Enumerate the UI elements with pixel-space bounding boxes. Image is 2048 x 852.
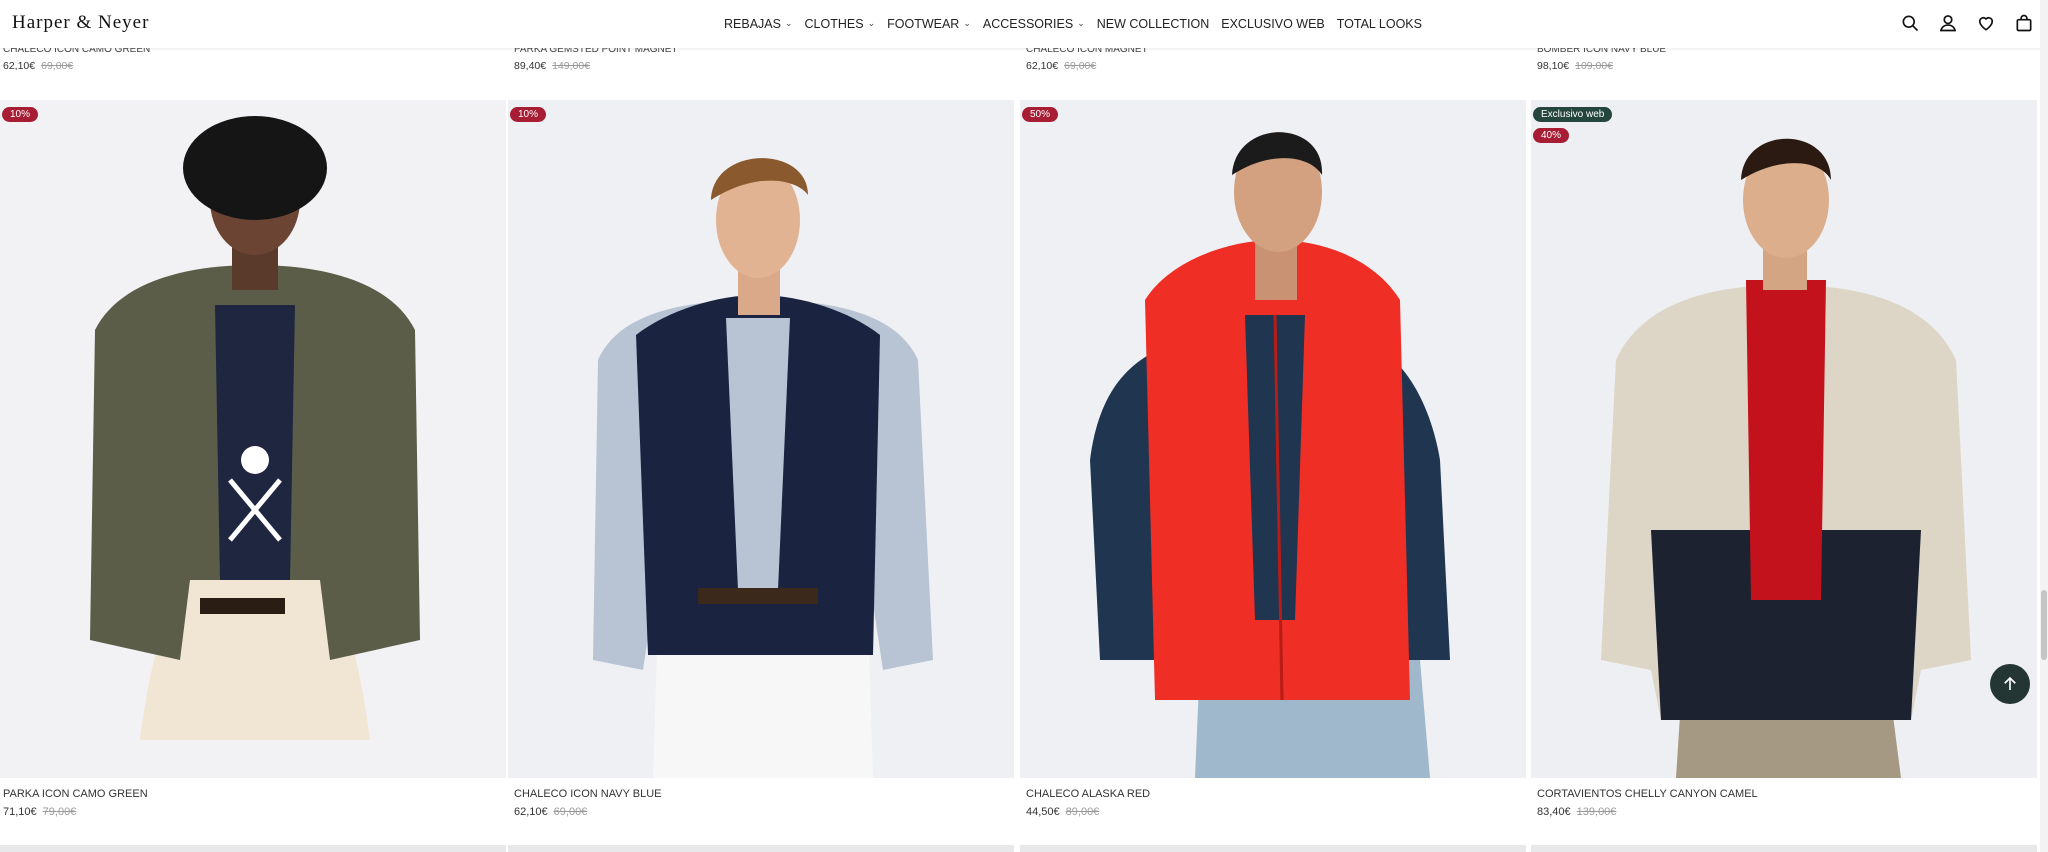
product-image[interactable] xyxy=(0,100,506,778)
discount-badge: 10% xyxy=(2,107,39,122)
price: 98,10€ xyxy=(1537,60,1570,72)
heart-icon[interactable] xyxy=(1976,13,1996,33)
price: 62,10€ xyxy=(1026,60,1059,72)
nav-label: TOTAL LOOKS xyxy=(1336,17,1422,31)
product-price: 89,40€ 149,00€ xyxy=(514,60,590,72)
chevron-down-icon: ⌄ xyxy=(867,17,876,28)
product-price: 83,40€ 139,00€ xyxy=(1537,806,1616,818)
next-row-image xyxy=(508,845,1014,852)
page-scrollbar[interactable] xyxy=(2040,0,2048,852)
product-price: 98,10€ 109,00€ xyxy=(1537,60,1613,72)
old-price: 79,00€ xyxy=(42,806,77,818)
site-header: Harper & Neyer REBAJAS ⌄ CLOTHES ⌄ FOOTWEA… xyxy=(0,0,2048,48)
nav-total-looks[interactable]: TOTAL LOOKS xyxy=(1337,17,1422,31)
nav-label: NEW COLLECTION xyxy=(1096,17,1210,31)
chevron-down-icon: ⌄ xyxy=(784,17,793,28)
nav-exclusivo-web[interactable]: EXCLUSIVO WEB xyxy=(1221,17,1325,31)
product-name[interactable]: CORTAVIENTOS CHELLY CANYON CAMEL xyxy=(1537,788,1758,800)
product-price: 62,10€ 69,00€ xyxy=(3,60,73,72)
product-price: 44,50€ 89,00€ xyxy=(1026,806,1099,818)
exclusive-web-badge: Exclusivo web xyxy=(1533,107,1613,122)
product-price: 71,10€ 79,00€ xyxy=(3,806,76,818)
header-icons xyxy=(1900,13,2034,33)
old-price: 109,00€ xyxy=(1575,60,1614,72)
price: 62,10€ xyxy=(3,60,36,72)
product-image[interactable] xyxy=(1020,100,1526,778)
discount-badge: 40% xyxy=(1533,128,1570,143)
price: 89,40€ xyxy=(514,60,547,72)
bag-icon[interactable] xyxy=(2014,13,2034,33)
nav-label: ACCESSORIES xyxy=(982,17,1074,31)
price: 71,10€ xyxy=(3,806,37,818)
old-price: 69,00€ xyxy=(1064,60,1097,72)
next-row-image xyxy=(1020,845,1526,852)
nav-footwear[interactable]: FOOTWEAR ⌄ xyxy=(887,17,971,31)
old-price: 69,00€ xyxy=(553,806,588,818)
old-price: 69,00€ xyxy=(41,60,74,72)
product-image[interactable] xyxy=(1531,100,2037,778)
search-icon[interactable] xyxy=(1900,13,1920,33)
nav-label: EXCLUSIVO WEB xyxy=(1221,17,1325,31)
product-name[interactable]: CHALECO ICON NAVY BLUE xyxy=(514,788,662,800)
nav-rebajas[interactable]: REBAJAS ⌄ xyxy=(724,17,793,31)
brand-logo[interactable]: Harper & Neyer xyxy=(12,12,149,34)
scroll-thumb[interactable] xyxy=(2041,590,2047,660)
next-row-image xyxy=(1531,845,2037,852)
price: 62,10€ xyxy=(514,806,548,818)
discount-badge: 50% xyxy=(1022,107,1059,122)
product-card[interactable]: 10% xyxy=(0,100,506,778)
scroll-to-top-button[interactable] xyxy=(1990,664,2030,704)
product-card[interactable]: 10% xyxy=(508,100,1014,778)
user-icon[interactable] xyxy=(1938,13,1958,33)
price: 83,40€ xyxy=(1537,806,1571,818)
discount-badge: 10% xyxy=(510,107,547,122)
old-price: 139,00€ xyxy=(1576,806,1617,818)
price: 44,50€ xyxy=(1026,806,1060,818)
product-card[interactable]: 50% xyxy=(1020,100,1526,778)
nav-label: REBAJAS xyxy=(724,17,781,31)
product-price: 62,10€ 69,00€ xyxy=(514,806,587,818)
product-image[interactable] xyxy=(508,100,1014,778)
arrow-up-icon xyxy=(2004,676,2016,690)
chevron-down-icon: ⌄ xyxy=(1077,17,1085,28)
nav-label: CLOTHES xyxy=(804,17,864,31)
nav-new-collection[interactable]: NEW COLLECTION xyxy=(1097,17,1210,31)
product-name[interactable]: PARKA ICON CAMO GREEN xyxy=(3,788,148,800)
old-price: 149,00€ xyxy=(552,60,591,72)
nav-accessories[interactable]: ACCESSORIES ⌄ xyxy=(983,17,1085,31)
main-nav: REBAJAS ⌄ CLOTHES ⌄ FOOTWEAR ⌄ ACCESSORIES ⌄… xyxy=(724,17,1422,31)
old-price: 89,00€ xyxy=(1065,806,1100,818)
chevron-down-icon: ⌄ xyxy=(963,17,971,28)
nav-clothes[interactable]: CLOTHES ⌄ xyxy=(805,17,876,31)
nav-label: FOOTWEAR xyxy=(887,17,960,31)
product-card[interactable]: Exclusivo web 40% xyxy=(1531,100,2037,778)
next-row-image xyxy=(0,845,506,852)
product-name[interactable]: CHALECO ALASKA RED xyxy=(1026,788,1150,800)
product-price: 62,10€ 69,00€ xyxy=(1026,60,1096,72)
